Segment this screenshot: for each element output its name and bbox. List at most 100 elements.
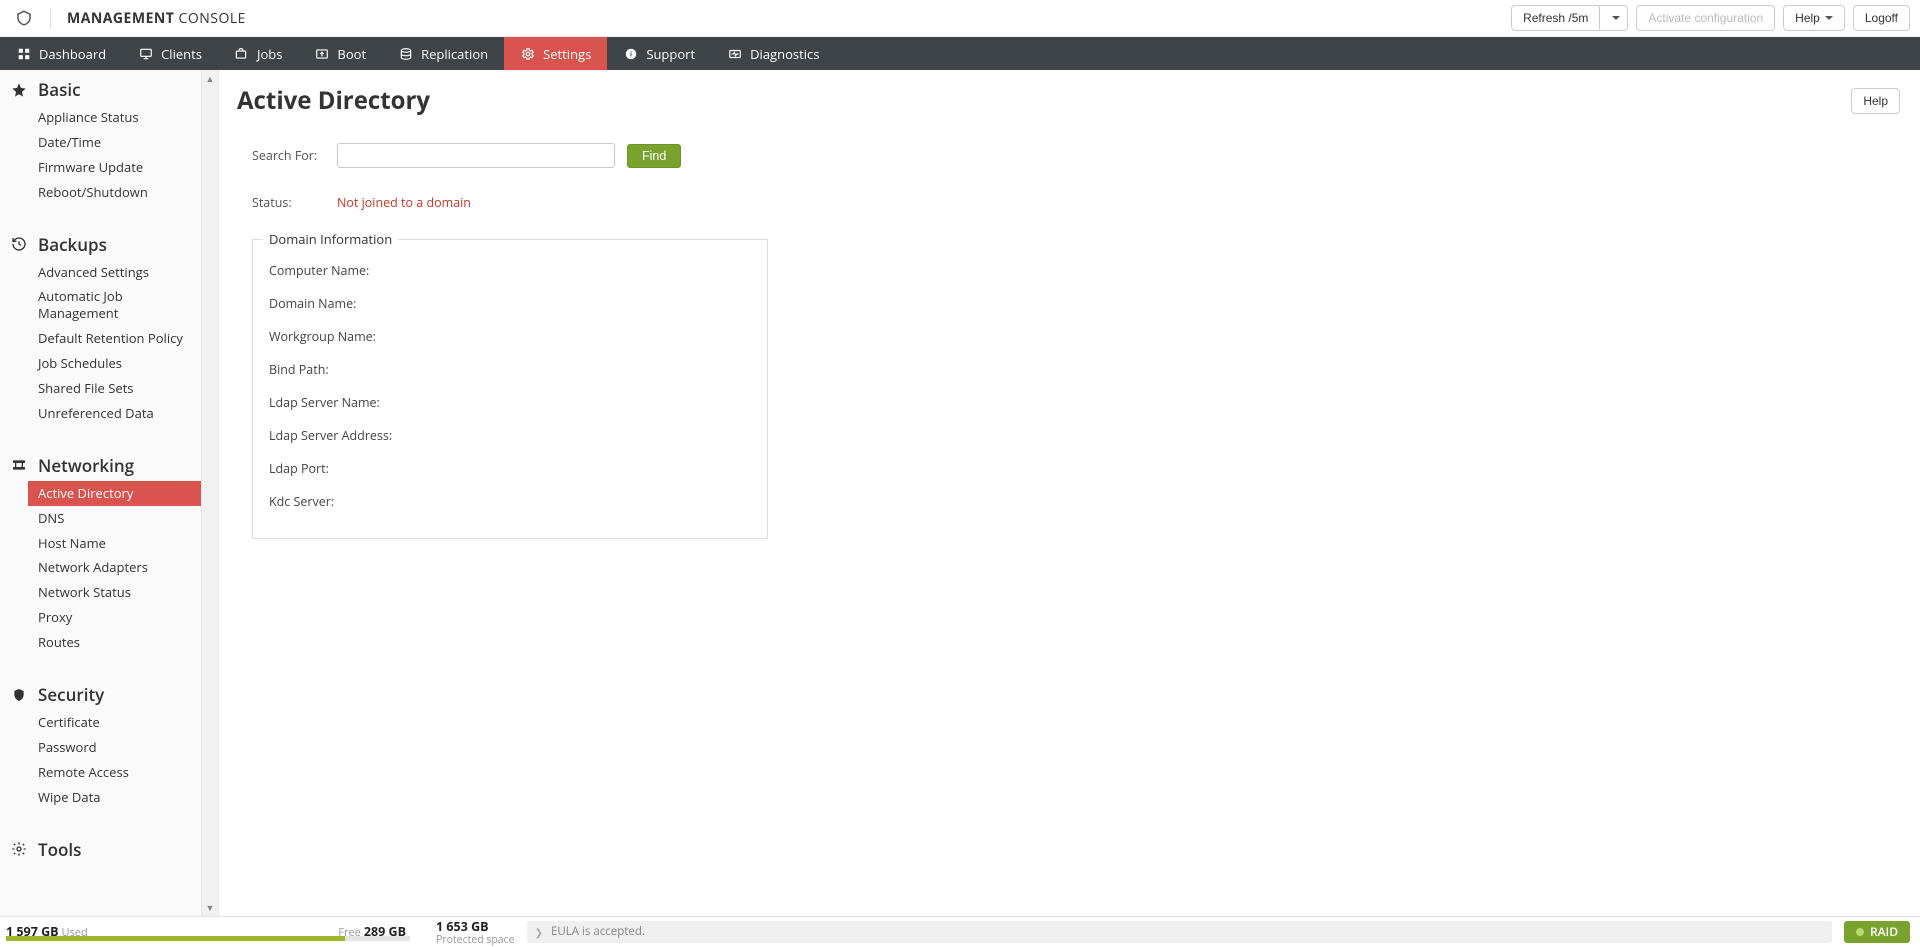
page-title: Active Directory bbox=[237, 84, 430, 117]
info-computer-name: Computer Name: bbox=[269, 254, 751, 287]
sidebar-item-password[interactable]: Password bbox=[0, 735, 201, 760]
sidebar-item-reboot-shutdown[interactable]: Reboot/Shutdown bbox=[0, 180, 201, 205]
sidebar-item-datetime[interactable]: Date/Time bbox=[0, 130, 201, 155]
nav-label: Dashboard bbox=[39, 45, 106, 63]
sidebar-header-security[interactable]: Security bbox=[0, 655, 201, 710]
sidebar-section-title: Backups bbox=[38, 233, 107, 256]
sidebar-item-proxy[interactable]: Proxy bbox=[0, 605, 201, 630]
clients-icon bbox=[138, 47, 153, 61]
chevron-down-icon bbox=[1612, 16, 1620, 20]
sidebar-item-auto-job-mgmt[interactable]: Automatic Job Management bbox=[0, 284, 201, 326]
brand-title: MANAGEMENT CONSOLE bbox=[67, 9, 246, 28]
sidebar-item-appliance-status[interactable]: Appliance Status bbox=[0, 105, 201, 130]
search-label: Search For: bbox=[252, 147, 337, 164]
sidebar-item-network-adapters[interactable]: Network Adapters bbox=[0, 555, 201, 580]
domain-information-fieldset: Domain Information Computer Name: Domain… bbox=[252, 239, 768, 539]
sidebar: Basic Appliance Status Date/Time Firmwar… bbox=[0, 70, 219, 916]
nav-label: Replication bbox=[421, 45, 488, 63]
nav-bar: Dashboard Clients Jobs Boot Replication … bbox=[0, 37, 1920, 70]
help-label: Help bbox=[1795, 11, 1820, 25]
shield-icon bbox=[10, 687, 28, 703]
sidebar-header-tools[interactable]: Tools bbox=[0, 810, 201, 865]
sidebar-header-networking[interactable]: Networking bbox=[0, 426, 201, 481]
sidebar-item-job-schedules[interactable]: Job Schedules bbox=[0, 351, 201, 376]
sidebar-header-backups[interactable]: Backups bbox=[0, 205, 201, 260]
find-button[interactable]: Find bbox=[627, 144, 681, 168]
sidebar-section-title: Basic bbox=[38, 78, 81, 101]
help-menu-button[interactable]: Help bbox=[1783, 5, 1845, 31]
sidebar-item-wipe-data[interactable]: Wipe Data bbox=[0, 785, 201, 810]
body-area: Basic Appliance Status Date/Time Firmwar… bbox=[0, 70, 1920, 916]
sidebar-item-certificate[interactable]: Certificate bbox=[0, 710, 201, 735]
page-help-button[interactable]: Help bbox=[1851, 88, 1900, 114]
form-area: Search For: Find Status: Not joined to a… bbox=[237, 143, 1900, 539]
sidebar-header-basic[interactable]: Basic bbox=[0, 70, 201, 105]
sidebar-scrollbar[interactable]: ▲ ▼ bbox=[201, 70, 218, 916]
sidebar-section-title: Tools bbox=[38, 838, 81, 861]
scroll-down-icon[interactable]: ▼ bbox=[202, 899, 218, 916]
info-workgroup-name: Workgroup Name: bbox=[269, 320, 751, 353]
sidebar-item-dns[interactable]: DNS bbox=[0, 506, 201, 531]
status-value: Not joined to a domain bbox=[337, 194, 471, 211]
info-kdc-server: Kdc Server: bbox=[269, 485, 751, 518]
info-bind-path: Bind Path: bbox=[269, 353, 751, 386]
nav-support[interactable]: i Support bbox=[607, 37, 711, 70]
sidebar-item-host-name[interactable]: Host Name bbox=[0, 531, 201, 556]
nav-label: Boot bbox=[337, 45, 366, 63]
refresh-button-group[interactable]: Refresh /5m bbox=[1511, 5, 1628, 31]
sidebar-item-advanced-settings[interactable]: Advanced Settings bbox=[0, 260, 201, 285]
boot-icon bbox=[314, 47, 329, 61]
protected-space: 1 653 GB Protected space bbox=[436, 918, 515, 946]
fieldset-legend: Domain Information bbox=[263, 230, 398, 248]
nav-label: Jobs bbox=[257, 45, 282, 63]
nav-settings[interactable]: Settings bbox=[504, 37, 607, 70]
chevron-down-icon bbox=[1825, 16, 1833, 20]
sidebar-item-network-status[interactable]: Network Status bbox=[0, 580, 201, 605]
brand-sub: CONSOLE bbox=[174, 9, 246, 28]
info-domain-name: Domain Name: bbox=[269, 287, 751, 320]
nav-diagnostics[interactable]: Diagnostics bbox=[711, 37, 835, 70]
history-icon bbox=[10, 236, 28, 252]
top-bar: MANAGEMENT CONSOLE Refresh /5m Activate … bbox=[0, 0, 1920, 37]
raid-status[interactable]: RAID bbox=[1844, 921, 1910, 943]
raid-label: RAID bbox=[1870, 923, 1898, 940]
sidebar-item-shared-file-sets[interactable]: Shared File Sets bbox=[0, 376, 201, 401]
logoff-button[interactable]: Logoff bbox=[1853, 5, 1910, 31]
nav-boot[interactable]: Boot bbox=[298, 37, 382, 70]
sidebar-item-active-directory[interactable]: Active Directory bbox=[28, 481, 201, 506]
scroll-up-icon[interactable]: ▲ bbox=[202, 70, 218, 87]
refresh-menu-toggle[interactable] bbox=[1600, 5, 1628, 31]
svg-text:i: i bbox=[630, 51, 632, 58]
sidebar-section-title: Security bbox=[38, 683, 104, 706]
protected-label: Protected space bbox=[436, 935, 515, 946]
nav-label: Settings bbox=[543, 45, 591, 63]
footer: 1 597 GBUsed Free 289 GB 1 653 GB Protec… bbox=[0, 916, 1920, 946]
main-content: Active Directory Help Search For: Find S… bbox=[219, 70, 1920, 916]
top-bar-actions: Refresh /5m Activate configuration Help … bbox=[1511, 5, 1920, 31]
dashboard-icon bbox=[16, 47, 31, 61]
diagnostics-icon bbox=[727, 47, 742, 61]
nav-dashboard[interactable]: Dashboard bbox=[0, 37, 122, 70]
networking-icon bbox=[10, 457, 28, 473]
storage-bar-fill bbox=[6, 936, 345, 941]
sidebar-item-firmware-update[interactable]: Firmware Update bbox=[0, 155, 201, 180]
nav-jobs[interactable]: Jobs bbox=[218, 37, 298, 70]
nav-clients[interactable]: Clients bbox=[122, 37, 218, 70]
sidebar-item-default-retention[interactable]: Default Retention Policy bbox=[0, 326, 201, 351]
sidebar-item-remote-access[interactable]: Remote Access bbox=[0, 760, 201, 785]
search-row: Search For: Find bbox=[252, 143, 1900, 168]
sidebar-section-title: Networking bbox=[38, 454, 134, 477]
jobs-icon bbox=[234, 47, 249, 61]
sidebar-item-unreferenced-data[interactable]: Unreferenced Data bbox=[0, 401, 201, 426]
nav-replication[interactable]: Replication bbox=[382, 37, 504, 70]
activate-configuration-button[interactable]: Activate configuration bbox=[1636, 5, 1775, 31]
nav-label: Clients bbox=[161, 45, 202, 63]
divider bbox=[50, 8, 51, 28]
info-ldap-port: Ldap Port: bbox=[269, 452, 751, 485]
gear-icon bbox=[520, 47, 535, 61]
tools-icon bbox=[10, 841, 28, 857]
refresh-button[interactable]: Refresh /5m bbox=[1511, 5, 1600, 31]
sidebar-item-routes[interactable]: Routes bbox=[0, 630, 201, 655]
eula-status-bar[interactable]: ❯ EULA is accepted. bbox=[527, 921, 1832, 943]
search-input[interactable] bbox=[337, 143, 615, 168]
